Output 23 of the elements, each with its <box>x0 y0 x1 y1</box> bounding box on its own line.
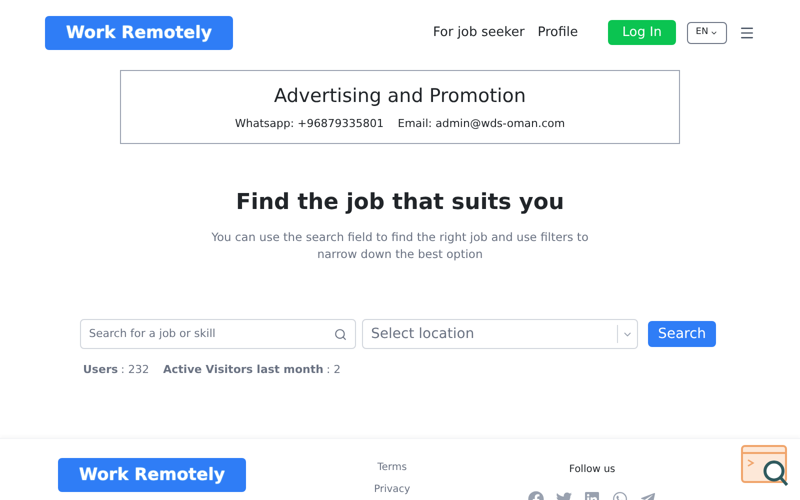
stat-value: : 2 <box>326 362 341 378</box>
location-select[interactable]: Select location <box>362 319 638 349</box>
footer-link[interactable]: Privacy <box>374 484 410 496</box>
search-button[interactable]: Search <box>648 321 716 347</box>
hero-subtitle: You can use the search field to find the right job and use filters to narrow down the best option <box>210 229 590 263</box>
footer-link[interactable]: Terms <box>377 462 407 474</box>
nav-link[interactable]: For job seeker <box>433 22 525 42</box>
search-icon <box>334 328 347 340</box>
search-field[interactable]: Search for a job or skill <box>80 319 356 349</box>
logo[interactable]: Work Remotely <box>58 458 246 492</box>
nav-link[interactable]: Profile <box>538 22 578 42</box>
hero-title: Find the job that suits you <box>234 189 566 217</box>
search-input[interactable]: Search for a job or skill <box>89 326 334 342</box>
promo-title: Advertising and Promotion <box>274 84 526 108</box>
language-button[interactable]: EN <box>687 22 727 44</box>
follow-title: Follow us <box>569 463 616 477</box>
email-contact: Email: admin@wds-oman.com <box>398 116 565 132</box>
logo[interactable]: Work Remotely <box>45 16 233 50</box>
stat-label: Active Visitors last month <box>163 362 324 378</box>
stat-label: Users <box>83 362 118 378</box>
stat-value: : 232 <box>120 362 150 378</box>
menu-icon[interactable] <box>739 24 755 40</box>
whatsapp-contact: Whatsapp: +96879335801 <box>235 116 384 132</box>
